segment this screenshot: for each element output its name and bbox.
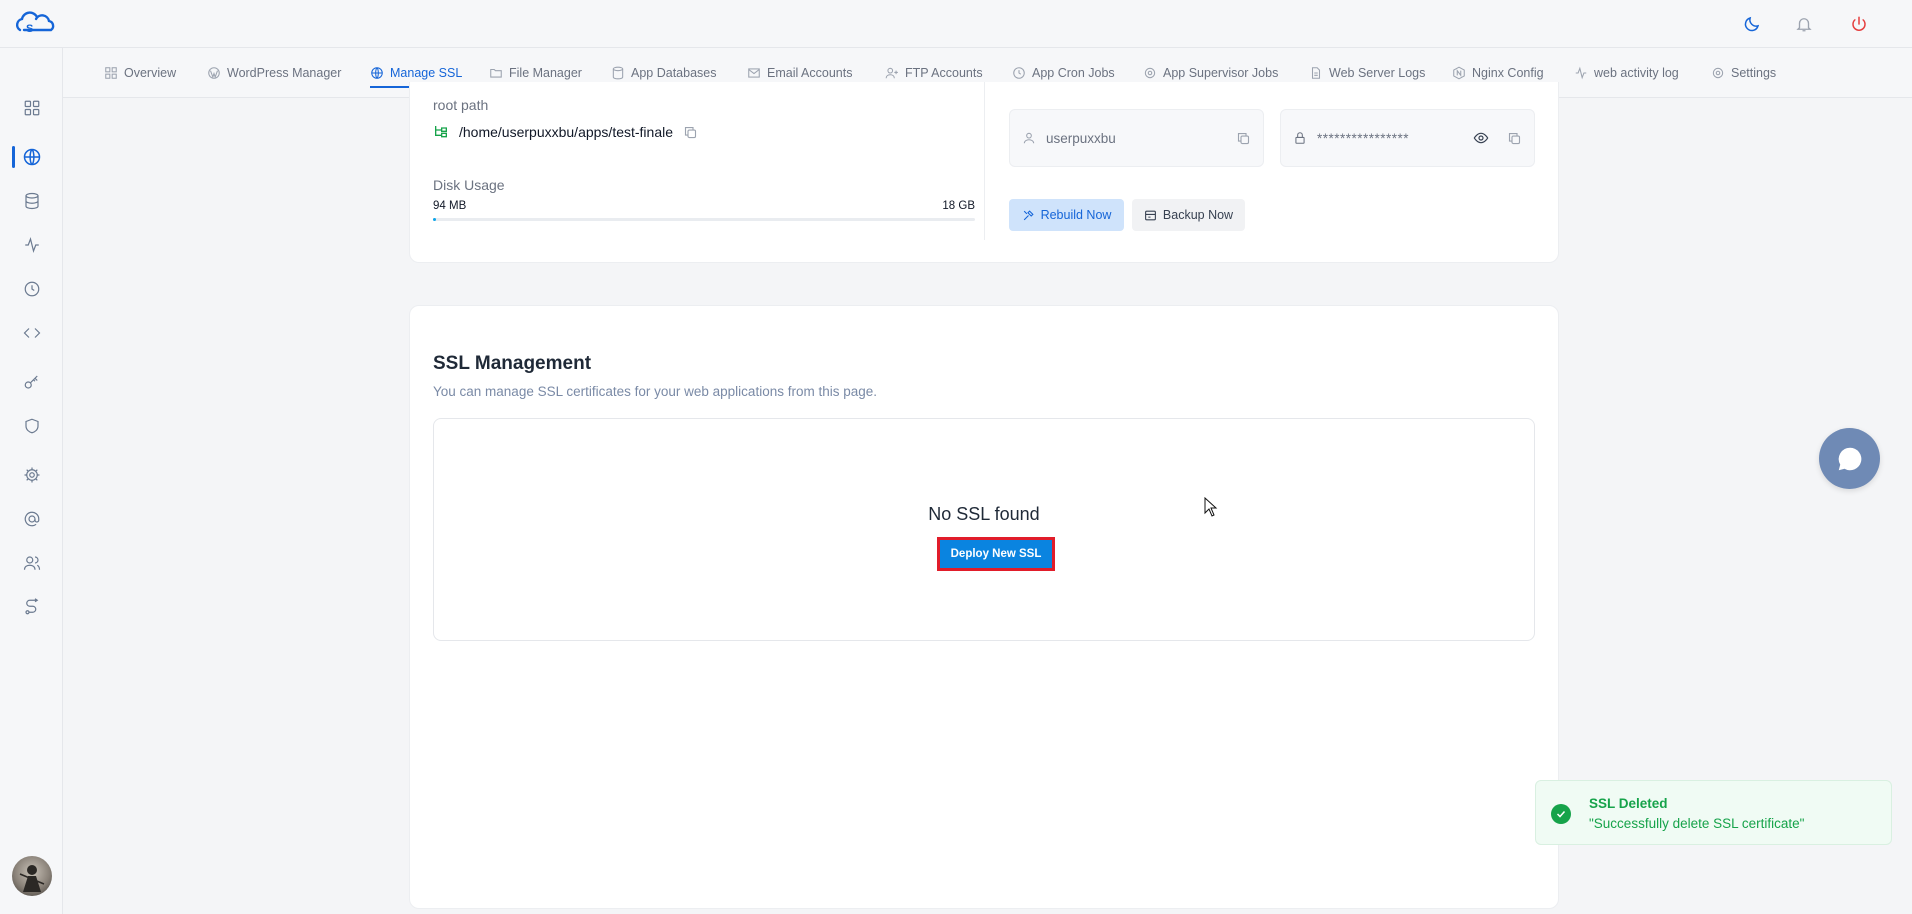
tab-overview[interactable]: Overview [104, 48, 176, 98]
settings-gear-icon[interactable] [19, 462, 45, 488]
ssl-management-title: SSL Management [433, 353, 592, 374]
no-ssl-message: No SSL found [928, 504, 1040, 524]
tab-label: FTP Accounts [905, 66, 983, 80]
activity-icon[interactable] [19, 232, 45, 258]
tab-label: Nginx Config [1472, 66, 1544, 80]
tab-wordpress-manager[interactable]: WordPress Manager [207, 48, 341, 98]
root-path-label: root path [433, 97, 489, 113]
password-field: **************** [1280, 109, 1535, 167]
nginx-icon [1453, 66, 1465, 80]
copy-icon[interactable] [1507, 131, 1522, 146]
mail-icon [748, 68, 760, 78]
clock-icon [1013, 67, 1025, 79]
user-plus-icon [885, 67, 898, 79]
cog-icon [1144, 67, 1156, 79]
top-bar: S [0, 0, 1912, 48]
tab-label: Settings [1731, 66, 1777, 80]
globe-icon [371, 67, 383, 79]
disk-usage-bar [433, 218, 975, 221]
app-info-card: root path /home/userpuxxbu/apps/test-fin… [409, 82, 1559, 263]
toast-message: "Successfully delete SSL certificate" [1589, 816, 1805, 831]
tab-label: Web Server Logs [1329, 66, 1426, 80]
code-icon[interactable] [19, 320, 45, 346]
disk-usage-label: Disk Usage [433, 177, 505, 193]
tab-label: App Databases [631, 66, 717, 80]
tab-label: Overview [124, 66, 177, 80]
shield-icon[interactable] [19, 413, 45, 439]
disk-total-value: 18 GB [942, 200, 975, 212]
tools-icon [1023, 209, 1034, 220]
ssl-list-empty-state: No SSL found Deploy New SSL [433, 418, 1535, 641]
power-icon[interactable] [1847, 12, 1871, 36]
backup-now-label: Backup Now [1162, 208, 1234, 222]
ssl-management-subtitle: You can manage SSL certificates for your… [433, 384, 877, 399]
folder-icon [490, 68, 502, 78]
database-icon [612, 66, 624, 80]
tab-web-activity-log[interactable]: web activity log [1574, 48, 1679, 98]
sidebar-active-indicator [12, 146, 15, 168]
activity-icon [1575, 66, 1587, 80]
eye-icon[interactable] [1473, 130, 1489, 146]
svg-text:S: S [26, 23, 33, 35]
deploy-new-ssl-button[interactable]: Deploy New SSL [937, 537, 1055, 571]
password-value: **************** [1317, 130, 1410, 146]
tab-label: WordPress Manager [227, 66, 342, 80]
users-icon[interactable] [19, 550, 45, 576]
wordpress-icon [208, 67, 220, 79]
tab-label: App Supervisor Jobs [1163, 66, 1279, 80]
folder-tree-icon [435, 126, 447, 138]
clock-icon[interactable] [19, 276, 45, 302]
avatar[interactable] [12, 856, 52, 896]
backup-now-button[interactable]: Backup Now [1132, 199, 1245, 231]
sidebar [0, 48, 63, 914]
lock-icon [1295, 132, 1305, 144]
check-circle-icon [1551, 804, 1571, 824]
disk-usage-fill [433, 218, 436, 221]
user-icon [1023, 132, 1035, 144]
at-sign-icon[interactable] [19, 506, 45, 532]
key-icon[interactable] [19, 369, 45, 395]
disk-used-value: 94 MB [433, 200, 467, 212]
tab-label: web activity log [1594, 66, 1679, 80]
tab-label: App Cron Jobs [1032, 66, 1115, 80]
cloud-logo-icon[interactable]: S [14, 10, 58, 38]
database-icon[interactable] [19, 188, 45, 214]
mouse-cursor-icon [1204, 496, 1218, 522]
copy-icon[interactable] [1236, 131, 1251, 146]
rebuild-now-button[interactable]: Rebuild Now [1009, 199, 1124, 231]
root-path-row: /home/userpuxxbu/apps/test-finale [433, 124, 698, 140]
username-field: userpuxxbu [1009, 109, 1264, 167]
chat-bubble-icon[interactable] [1819, 428, 1880, 489]
vertical-divider [984, 82, 985, 240]
moon-icon[interactable] [1740, 12, 1764, 36]
rebuild-now-label: Rebuild Now [1040, 208, 1112, 222]
bell-icon[interactable] [1792, 12, 1816, 36]
toast-notification: SSL Deleted "Successfully delete SSL cer… [1535, 780, 1892, 845]
globe-icon[interactable] [19, 144, 45, 170]
ssl-management-card: SSL Management You can manage SSL certif… [409, 305, 1559, 909]
grid-icon [105, 67, 117, 79]
root-path-value: /home/userpuxxbu/apps/test-finale [459, 124, 674, 140]
backup-icon [1144, 210, 1156, 220]
username-value: userpuxxbu [1046, 130, 1116, 146]
file-icon [1311, 67, 1321, 79]
dashboard-icon[interactable] [19, 95, 45, 121]
copy-icon[interactable] [683, 125, 698, 140]
tab-settings[interactable]: Settings [1711, 48, 1776, 98]
toast-title: SSL Deleted [1589, 796, 1668, 811]
tab-label: Email Accounts [767, 66, 853, 80]
route-icon[interactable] [19, 594, 45, 620]
tab-label: File Manager [509, 66, 582, 80]
tab-label: Manage SSL [390, 66, 463, 80]
gear-icon [1712, 67, 1724, 79]
